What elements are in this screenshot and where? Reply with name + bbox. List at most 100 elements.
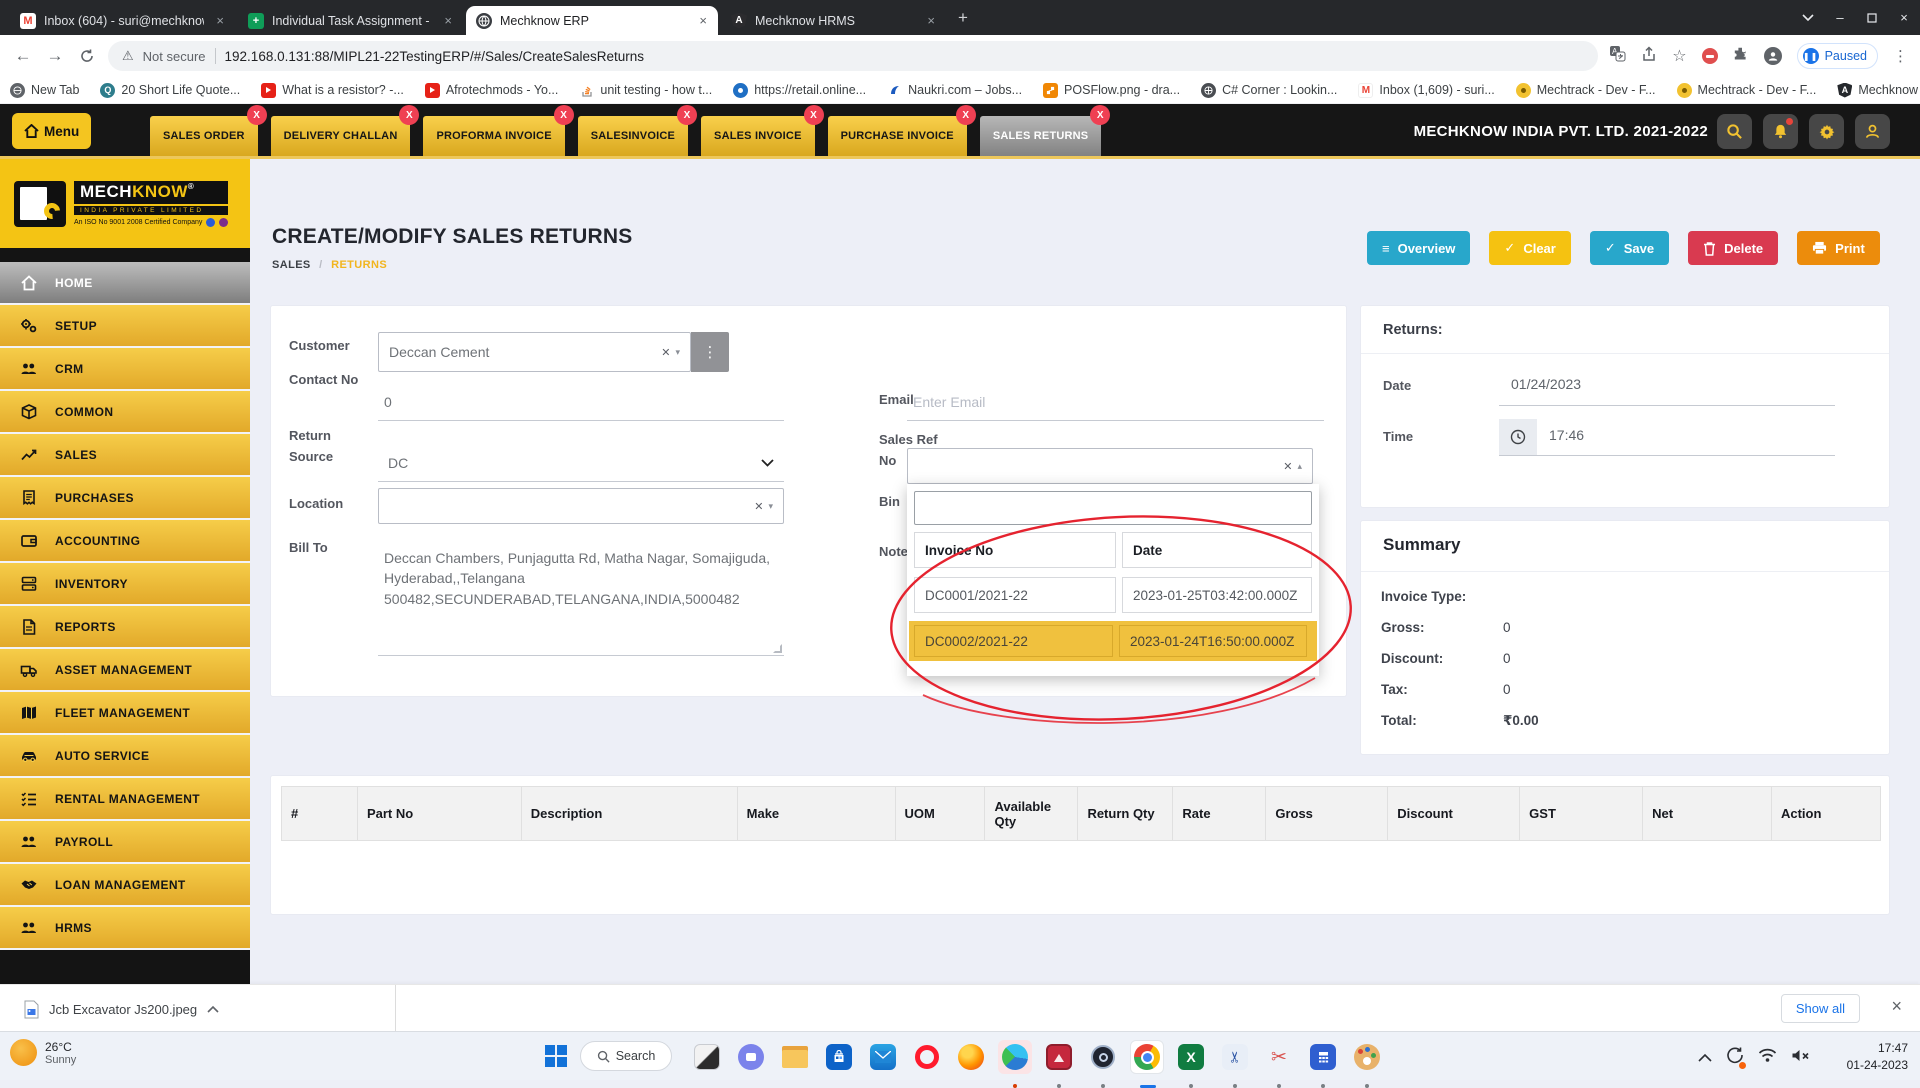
bookmark-item[interactable]: Mechtrack - Dev - F... bbox=[1516, 83, 1656, 98]
sidebar-item-payroll[interactable]: PAYROLL bbox=[0, 821, 250, 864]
forward-icon[interactable]: → bbox=[42, 43, 68, 69]
sync-paused-button[interactable]: ❚❚ Paused bbox=[1797, 43, 1878, 69]
browser-menu-kebab-icon[interactable]: ⋮ bbox=[1893, 47, 1908, 65]
clear-x-icon[interactable]: ✕ bbox=[1283, 460, 1292, 473]
browser-tab-gmail[interactable]: M Inbox (604) - suri@mechknowsof × bbox=[10, 6, 235, 35]
taskbar-clock[interactable]: 17:47 01-24-2023 bbox=[1847, 1040, 1908, 1073]
translate-icon[interactable]: A bbox=[1609, 45, 1626, 67]
notifications-button[interactable] bbox=[1763, 114, 1798, 149]
sidebar-item-auto-service[interactable]: AUTO SERVICE bbox=[0, 735, 250, 778]
taskbar-search[interactable]: Search bbox=[580, 1041, 672, 1071]
taskbar-app-snipping-tool[interactable]: ✂ bbox=[1262, 1040, 1296, 1074]
taskbar-app-file-explorer[interactable] bbox=[778, 1040, 812, 1074]
sidebar-item-common[interactable]: COMMON bbox=[0, 391, 250, 434]
bookmark-item[interactable]: Mechtrack - Dev - F... bbox=[1677, 83, 1817, 98]
close-download-bar-icon[interactable]: × bbox=[1891, 996, 1902, 1017]
settings-button[interactable] bbox=[1809, 114, 1844, 149]
download-item[interactable]: Jcb Excavator Js200.jpeg bbox=[14, 993, 229, 1025]
maximize-button[interactable] bbox=[1856, 0, 1888, 35]
update-sync-icon[interactable] bbox=[1726, 1046, 1744, 1069]
sidebar-item-reports[interactable]: REPORTS bbox=[0, 606, 250, 649]
clear-x-icon[interactable]: ✕ bbox=[754, 500, 763, 513]
close-tab-badge[interactable]: X bbox=[1090, 105, 1110, 125]
taskbar-app-firefox[interactable] bbox=[954, 1040, 988, 1074]
close-tab-badge[interactable]: X bbox=[554, 105, 574, 125]
taskbar-app-chat[interactable] bbox=[734, 1040, 768, 1074]
taskbar-app-calculator[interactable] bbox=[1306, 1040, 1340, 1074]
sidebar-item-hrms[interactable]: HRMS bbox=[0, 907, 250, 950]
browser-tab-erp-active[interactable]: Mechknow ERP × bbox=[466, 6, 718, 35]
print-button[interactable]: Print bbox=[1797, 231, 1880, 265]
taskbar-weather-widget[interactable]: 26°C Sunny bbox=[10, 1039, 76, 1066]
bookmark-item[interactable]: POSFlow.png - dra... bbox=[1043, 83, 1180, 98]
bookmark-item[interactable]: Afrotechmods - Yo... bbox=[425, 83, 559, 98]
bookmark-item[interactable]: What is a resistor? -... bbox=[261, 83, 404, 98]
show-all-button[interactable]: Show all bbox=[1781, 994, 1860, 1023]
close-tab-badge[interactable]: X bbox=[247, 105, 267, 125]
search-button[interactable] bbox=[1717, 114, 1752, 149]
share-icon[interactable] bbox=[1641, 46, 1657, 67]
sidebar-item-setup[interactable]: SETUP bbox=[0, 305, 250, 348]
bookmark-item[interactable]: https://retail.online... bbox=[733, 83, 866, 98]
reload-icon[interactable] bbox=[74, 43, 100, 69]
menu-button[interactable]: Menu bbox=[12, 113, 91, 149]
taskbar-app-mail[interactable] bbox=[866, 1040, 900, 1074]
sidebar-item-sales[interactable]: SALES bbox=[0, 434, 250, 477]
erp-tab-purchase-invoice[interactable]: PURCHASE INVOICEX bbox=[828, 116, 967, 156]
profile-avatar[interactable] bbox=[1764, 47, 1782, 65]
new-tab-button[interactable]: + bbox=[958, 8, 968, 28]
erp-tab-sales-order[interactable]: SALES ORDERX bbox=[150, 116, 258, 156]
taskbar-app-edge[interactable] bbox=[998, 1040, 1032, 1074]
sidebar-item-accounting[interactable]: ACCOUNTING bbox=[0, 520, 250, 563]
url-input[interactable]: ⚠ Not secure 192.168.0.131:88/MIPL21-22T… bbox=[108, 41, 1598, 71]
email-input[interactable]: Enter Email bbox=[907, 390, 1324, 421]
erp-tab-sales-returns-active[interactable]: SALES RETURNSX bbox=[980, 116, 1102, 156]
dropdown-option-row[interactable]: DC0001/2021-22 2023-01-25T03:42:00.000Z bbox=[914, 577, 1312, 613]
adblock-extension-icon[interactable] bbox=[1702, 48, 1718, 64]
back-icon[interactable]: ← bbox=[10, 43, 36, 69]
volume-muted-icon[interactable] bbox=[1791, 1048, 1810, 1068]
bookmark-item[interactable]: MInbox (1,609) - suri... bbox=[1358, 83, 1494, 98]
close-icon[interactable]: × bbox=[696, 13, 710, 28]
time-picker-button[interactable] bbox=[1499, 419, 1537, 455]
taskbar-app-snip-sketch[interactable]: ✂ bbox=[1218, 1040, 1252, 1074]
minimize-button[interactable]: – bbox=[1824, 0, 1856, 35]
close-icon[interactable]: × bbox=[924, 13, 938, 28]
contact-no-input[interactable]: 0 bbox=[378, 390, 784, 421]
close-icon[interactable]: × bbox=[441, 13, 455, 28]
customer-select[interactable]: Deccan Cement ✕▾ bbox=[378, 332, 691, 372]
bookmark-item[interactable]: New Tab bbox=[10, 83, 79, 98]
close-tab-badge[interactable]: X bbox=[956, 105, 976, 125]
time-input[interactable]: 17:46 bbox=[1549, 427, 1584, 443]
erp-tab-delivery-challan[interactable]: DELIVERY CHALLANX bbox=[271, 116, 411, 156]
browser-tab-sheets[interactable]: + Individual Task Assignment - Goo × bbox=[238, 6, 463, 35]
sidebar-item-home[interactable]: HOME bbox=[0, 262, 250, 305]
clear-x-icon[interactable]: ✕ bbox=[661, 346, 670, 359]
sidebar-item-inventory[interactable]: INVENTORY bbox=[0, 563, 250, 606]
delete-button[interactable]: Delete bbox=[1688, 231, 1778, 265]
sidebar-item-crm[interactable]: CRM bbox=[0, 348, 250, 391]
tab-search-chevron-icon[interactable] bbox=[1792, 0, 1824, 35]
taskbar-app-camera[interactable] bbox=[1086, 1040, 1120, 1074]
wifi-icon[interactable] bbox=[1758, 1048, 1777, 1068]
profile-button[interactable] bbox=[1855, 114, 1890, 149]
taskbar-app-opera[interactable] bbox=[910, 1040, 944, 1074]
sidebar-item-fleet-management[interactable]: FLEET MANAGEMENT bbox=[0, 692, 250, 735]
bookmark-item[interactable]: AMechknow CRM bbox=[1837, 83, 1920, 98]
start-button[interactable] bbox=[545, 1045, 567, 1067]
chevron-up-icon[interactable] bbox=[207, 1005, 219, 1013]
clear-button[interactable]: ✓Clear bbox=[1489, 231, 1570, 265]
sidebar-item-asset-management[interactable]: ASSET MANAGEMENT bbox=[0, 649, 250, 692]
taskbar-app-chrome-active[interactable] bbox=[1130, 1040, 1164, 1074]
bookmark-item[interactable]: unit testing - how t... bbox=[579, 83, 712, 98]
date-input[interactable]: 01/24/2023 bbox=[1511, 376, 1581, 392]
dropdown-search-input[interactable] bbox=[914, 491, 1312, 525]
resize-handle[interactable] bbox=[773, 644, 782, 653]
overview-button[interactable]: ≡Overview bbox=[1367, 231, 1470, 265]
sidebar-item-purchases[interactable]: PURCHASES bbox=[0, 477, 250, 520]
close-tab-badge[interactable]: X bbox=[677, 105, 697, 125]
location-select[interactable]: ✕▾ bbox=[378, 488, 784, 524]
erp-tab-sales-invoice[interactable]: SALES INVOICEX bbox=[701, 116, 815, 156]
bookmark-item[interactable]: Q20 Short Life Quote... bbox=[100, 83, 240, 98]
close-icon[interactable]: × bbox=[213, 13, 227, 28]
